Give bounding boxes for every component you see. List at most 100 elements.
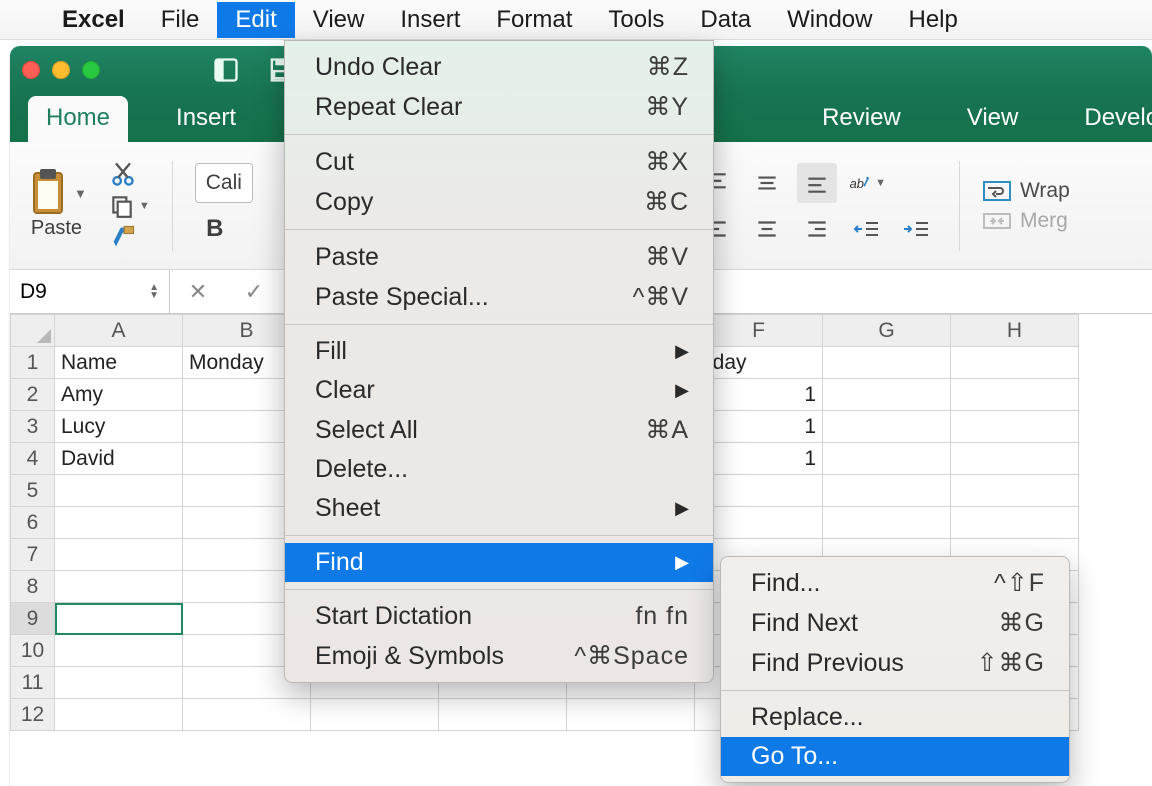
bold-button[interactable]: B — [195, 209, 235, 249]
cell[interactable] — [823, 507, 951, 539]
menu-file[interactable]: File — [143, 2, 218, 38]
copy-icon[interactable]: ▼ — [109, 193, 150, 219]
cell[interactable] — [55, 507, 183, 539]
cell[interactable] — [439, 699, 567, 731]
orientation-icon[interactable]: ab▼ — [847, 163, 887, 203]
menu-delete[interactable]: Delete... — [285, 450, 713, 489]
menu-data[interactable]: Data — [682, 2, 769, 38]
row-header[interactable]: 9 — [11, 603, 55, 635]
cell[interactable] — [951, 379, 1079, 411]
row-header[interactable]: 6 — [11, 507, 55, 539]
zoom-window-button[interactable] — [82, 61, 100, 79]
submenu-goto[interactable]: Go To... — [721, 737, 1069, 776]
menu-edit[interactable]: Edit — [217, 2, 294, 38]
menu-emoji[interactable]: Emoji & Symbols^⌘Space — [285, 636, 713, 676]
close-window-button[interactable] — [22, 61, 40, 79]
menu-repeat[interactable]: Repeat Clear⌘Y — [285, 87, 713, 127]
paste-icon[interactable] — [26, 171, 70, 215]
tab-home[interactable]: Home — [28, 96, 128, 142]
merge-button[interactable]: Merg — [982, 209, 1068, 233]
menu-fill[interactable]: Fill▶ — [285, 332, 713, 371]
cell[interactable] — [951, 443, 1079, 475]
menu-clear[interactable]: Clear▶ — [285, 371, 713, 410]
menu-paste-special[interactable]: Paste Special...^⌘V — [285, 277, 713, 317]
name-box[interactable]: D9 ▲▼ — [10, 270, 170, 313]
row-header[interactable]: 3 — [11, 411, 55, 443]
row-header[interactable]: 4 — [11, 443, 55, 475]
row-header[interactable]: 8 — [11, 571, 55, 603]
tab-developer[interactable]: Developer — [1066, 96, 1152, 142]
row-header[interactable]: 11 — [11, 667, 55, 699]
align-right-icon[interactable] — [797, 209, 837, 249]
cancel-formula-icon[interactable]: ✕ — [170, 279, 226, 305]
menu-tools[interactable]: Tools — [590, 2, 682, 38]
cell-active[interactable] — [55, 603, 183, 635]
cell[interactable] — [823, 475, 951, 507]
cell[interactable] — [823, 379, 951, 411]
row-header[interactable]: 7 — [11, 539, 55, 571]
font-name-select[interactable]: Cali — [195, 163, 253, 203]
menu-copy[interactable]: Copy⌘C — [285, 182, 713, 222]
menu-insert[interactable]: Insert — [382, 2, 478, 38]
name-box-stepper[interactable]: ▲▼ — [149, 284, 159, 300]
cell[interactable] — [55, 539, 183, 571]
cell[interactable] — [183, 699, 311, 731]
menu-undo[interactable]: Undo Clear⌘Z — [285, 47, 713, 87]
menu-cut[interactable]: Cut⌘X — [285, 142, 713, 182]
menu-format[interactable]: Format — [478, 2, 590, 38]
submenu-replace[interactable]: Replace... — [721, 698, 1069, 737]
cell[interactable] — [823, 443, 951, 475]
tab-insert[interactable]: Insert — [158, 96, 254, 142]
minimize-window-button[interactable] — [52, 61, 70, 79]
cell[interactable] — [55, 635, 183, 667]
cell[interactable]: Lucy — [55, 411, 183, 443]
decrease-indent-icon[interactable] — [847, 209, 887, 249]
cell[interactable] — [55, 699, 183, 731]
menu-find[interactable]: Find▶ — [285, 543, 713, 582]
format-painter-icon[interactable] — [109, 223, 150, 251]
cell[interactable] — [951, 347, 1079, 379]
cell[interactable] — [951, 411, 1079, 443]
cell[interactable] — [823, 347, 951, 379]
cell[interactable]: Amy — [55, 379, 183, 411]
menu-app[interactable]: Excel — [44, 2, 143, 38]
cell[interactable]: Name — [55, 347, 183, 379]
menu-window[interactable]: Window — [769, 2, 890, 38]
cell[interactable]: David — [55, 443, 183, 475]
row-header[interactable]: 2 — [11, 379, 55, 411]
cell[interactable] — [55, 571, 183, 603]
cell[interactable] — [311, 699, 439, 731]
select-all-corner[interactable] — [11, 315, 55, 347]
menu-select-all[interactable]: Select All⌘A — [285, 410, 713, 450]
increase-indent-icon[interactable] — [897, 209, 937, 249]
align-center-icon[interactable] — [747, 209, 787, 249]
enter-formula-icon[interactable]: ✓ — [226, 279, 282, 305]
submenu-find-prev[interactable]: Find Previous⇧⌘G — [721, 643, 1069, 683]
row-header[interactable]: 1 — [11, 347, 55, 379]
menu-view[interactable]: View — [295, 2, 383, 38]
tab-review[interactable]: Review — [804, 96, 919, 142]
col-header[interactable]: G — [823, 315, 951, 347]
col-header[interactable]: H — [951, 315, 1079, 347]
cell[interactable] — [55, 475, 183, 507]
cell[interactable] — [823, 411, 951, 443]
tab-view[interactable]: View — [949, 96, 1037, 142]
cell[interactable] — [951, 475, 1079, 507]
cut-icon[interactable] — [109, 161, 150, 189]
align-bottom-icon[interactable] — [797, 163, 837, 203]
row-header[interactable]: 10 — [11, 635, 55, 667]
col-header[interactable]: A — [55, 315, 183, 347]
menu-paste[interactable]: Paste⌘V — [285, 237, 713, 277]
submenu-find[interactable]: Find...^⇧F — [721, 563, 1069, 603]
align-middle-icon[interactable] — [747, 163, 787, 203]
row-header[interactable]: 5 — [11, 475, 55, 507]
workbook-icon[interactable] — [212, 56, 240, 84]
menu-dictation[interactable]: Start Dictationfn fn — [285, 597, 713, 636]
cell[interactable] — [567, 699, 695, 731]
wrap-text-button[interactable]: Wrap — [982, 179, 1070, 203]
row-header[interactable]: 12 — [11, 699, 55, 731]
paste-dropdown-icon[interactable]: ▼ — [74, 186, 87, 201]
cell[interactable] — [55, 667, 183, 699]
cell[interactable] — [951, 507, 1079, 539]
menu-sheet[interactable]: Sheet▶ — [285, 489, 713, 528]
